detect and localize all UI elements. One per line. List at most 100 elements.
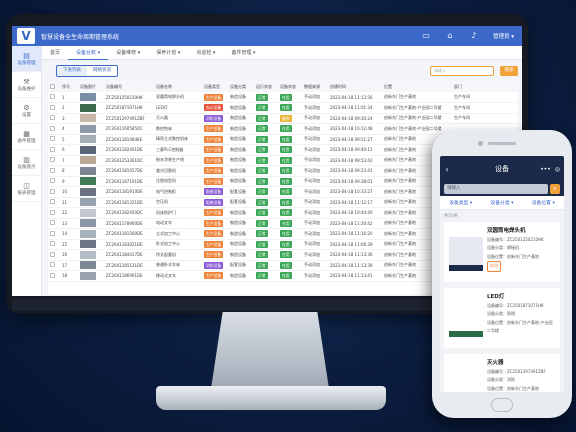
nav-tab[interactable]: 点巡检 ▾ [188,46,223,60]
mobile-filter-dropdown[interactable]: 设备分类 ▾ [490,199,513,206]
row-time: 2023-04-18 11:13:36 [328,249,382,261]
equipment-image [449,303,483,337]
card-field-value: ZC2501871071HK [507,302,544,308]
row-checkbox[interactable] [50,146,55,152]
type-badge: 消防设备 [204,261,224,269]
row-checkbox[interactable] [50,136,55,142]
row-run-cell: 正常 [254,165,278,177]
row-index: 1 [60,92,78,103]
monitor-icon[interactable]: ▭ [421,31,431,41]
mobile-search-button[interactable]: ⌕ [550,184,560,194]
row-checkbox[interactable] [50,199,55,205]
nav-tab[interactable]: 设备台账 ▾ [68,46,109,60]
row-name: 电动叉车 [154,218,202,229]
nav-tab[interactable]: 设备维修 ▾ [108,46,148,60]
row-state-cell: 在用 [278,228,302,240]
view-toggle-button[interactable]: 下发列表 [57,66,87,76]
nav-tab[interactable]: 备件管理 ▾ [223,46,263,60]
row-category: 制造设备 [228,123,254,135]
run-status-badge: 正常 [256,219,268,227]
row-checkbox[interactable] [50,94,55,99]
bell-icon[interactable]: ♪ [469,31,479,41]
row-type-cell: 生产设备 [202,218,228,229]
search-button[interactable]: 搜索 [500,66,518,76]
view-toggle-button[interactable]: 网络状况 [87,66,117,76]
card-field-value: 创新东门生产基地 [507,385,539,391]
nav-tab[interactable]: 保养计划 ▾ [148,46,188,60]
row-checkbox[interactable] [50,230,55,236]
row-type-cell: 消防设备 [202,113,228,124]
row-checkbox[interactable] [50,209,55,215]
row-checkbox[interactable] [50,104,55,110]
mobile-filter-dropdown[interactable]: 设备位置 ▾ [532,199,555,206]
run-status-badge: 正常 [256,125,268,133]
row-source: 手动添加 [302,92,328,103]
target-icon[interactable]: ◎ [555,166,560,173]
run-status-badge: 正常 [256,188,268,196]
row-checkbox[interactable] [50,220,55,226]
run-status-badge: 正常 [256,146,268,154]
run-status-badge: 正常 [256,135,268,143]
row-index: 10 [60,186,78,198]
sidebar-item[interactable]: ▥ 设备盘点 [12,150,41,176]
row-checkbox[interactable] [50,188,55,194]
card-name: LED灯 [487,294,505,300]
sidebar-item[interactable]: ◫ 报表管理 [12,176,41,202]
row-checkbox[interactable] [50,157,55,163]
card-name: 灭火器 [487,360,504,366]
row-checkbox[interactable] [50,262,55,268]
row-type-cell: 生产设备 [202,239,228,250]
row-location: 创新东门生产基地 [382,92,452,103]
row-index: 6 [60,144,78,156]
row-checkbox[interactable] [50,125,55,131]
row-code: ZC2641181321DE [104,197,154,208]
row-checkbox[interactable] [50,167,55,173]
sidebar-item[interactable]: ⚙ 设置 [12,98,41,124]
table-row[interactable]: 2 ZC2501871071HK LED灯 办公设备 制造设备 正常 在用 手动添加 2023-… [48,102,518,114]
home-icon[interactable]: ⌂ [445,31,455,41]
sidebar-item-label: 设备维护 [17,86,36,92]
row-image-cell [78,197,104,208]
type-badge: 生产设备 [204,240,224,248]
row-checkbox-cell [48,165,60,177]
equipment-thumbnail [80,93,96,101]
row-checkbox-cell [48,186,60,198]
user-menu[interactable]: 管理员 ▾ [493,32,514,40]
row-checkbox[interactable] [50,115,55,121]
row-checkbox-cell [48,92,60,103]
row-source: 手动添加 [302,270,328,282]
card-field: 设备分类：照明 [487,310,555,319]
nav-tab[interactable]: 首页 [42,46,68,60]
select-all-checkbox[interactable] [50,84,55,89]
card-field-value: 消防 [507,377,515,382]
sidebar-item[interactable]: ▦ 备件管理 [12,124,41,150]
search-input[interactable]: 请输入 [430,66,494,76]
equipment-card[interactable]: 双圆筒电焊头机 设备编号：ZC2501250210HK 设备分类：焊接机 设备位置：创… [444,222,560,282]
row-type-cell: 配套设备 [202,186,228,198]
equipment-card[interactable]: 灭火器 设备编号：ZC2501297491ZBF 设备分类：消防 设备位置：创新东门生… [444,354,560,392]
row-checkbox[interactable] [50,272,55,278]
card-field: 设备编号：ZC2501871071HK [487,302,555,311]
row-state-cell: 在用 [278,165,302,177]
more-icon[interactable]: ••• [540,166,551,173]
row-name: 激光切割机 [154,165,202,177]
table-row[interactable]: 3 ZC2501297491ZBF 灭火器 消防设备 制造设备 正常 维修 手动添加 2023-… [48,113,518,124]
row-state-cell: 在用 [278,197,302,208]
mobile-search-input[interactable]: 请输入 [444,184,548,194]
row-checkbox[interactable] [50,251,55,257]
mobile-filter-dropdown[interactable]: 设备类型 ▾ [449,199,472,206]
row-source: 手动添加 [302,228,328,240]
equipment-thumbnail [80,271,96,280]
row-checkbox[interactable] [50,178,55,184]
sidebar-item[interactable]: ⚒ 设备维护 [12,72,41,98]
column-header: 设备类型 [202,82,228,92]
sidebar-item[interactable]: ▤ 设备管理 [12,46,41,72]
phone-home-button[interactable] [491,398,513,412]
row-checkbox[interactable] [50,241,55,247]
equipment-card[interactable]: LED灯 设备编号：ZC2501871071HK 设备分类：照明 设备位置：创新东门生… [444,288,560,348]
type-badge: 生产设备 [204,251,224,259]
phone: ‹ 设备 ••• ◎ 请输入 ⌕ 设备类型 ▾ 设备分类 ▾ 设备位置 ▾ 共50条… [432,130,572,418]
state-badge: 在用 [280,261,292,269]
row-name: 卧式加工中心 [154,239,202,250]
table-row[interactable]: 1 ZC2501250210HK 双圆筒电焊头机 生产设备 制造设备 正常 在用 手动添加 20… [48,92,518,103]
